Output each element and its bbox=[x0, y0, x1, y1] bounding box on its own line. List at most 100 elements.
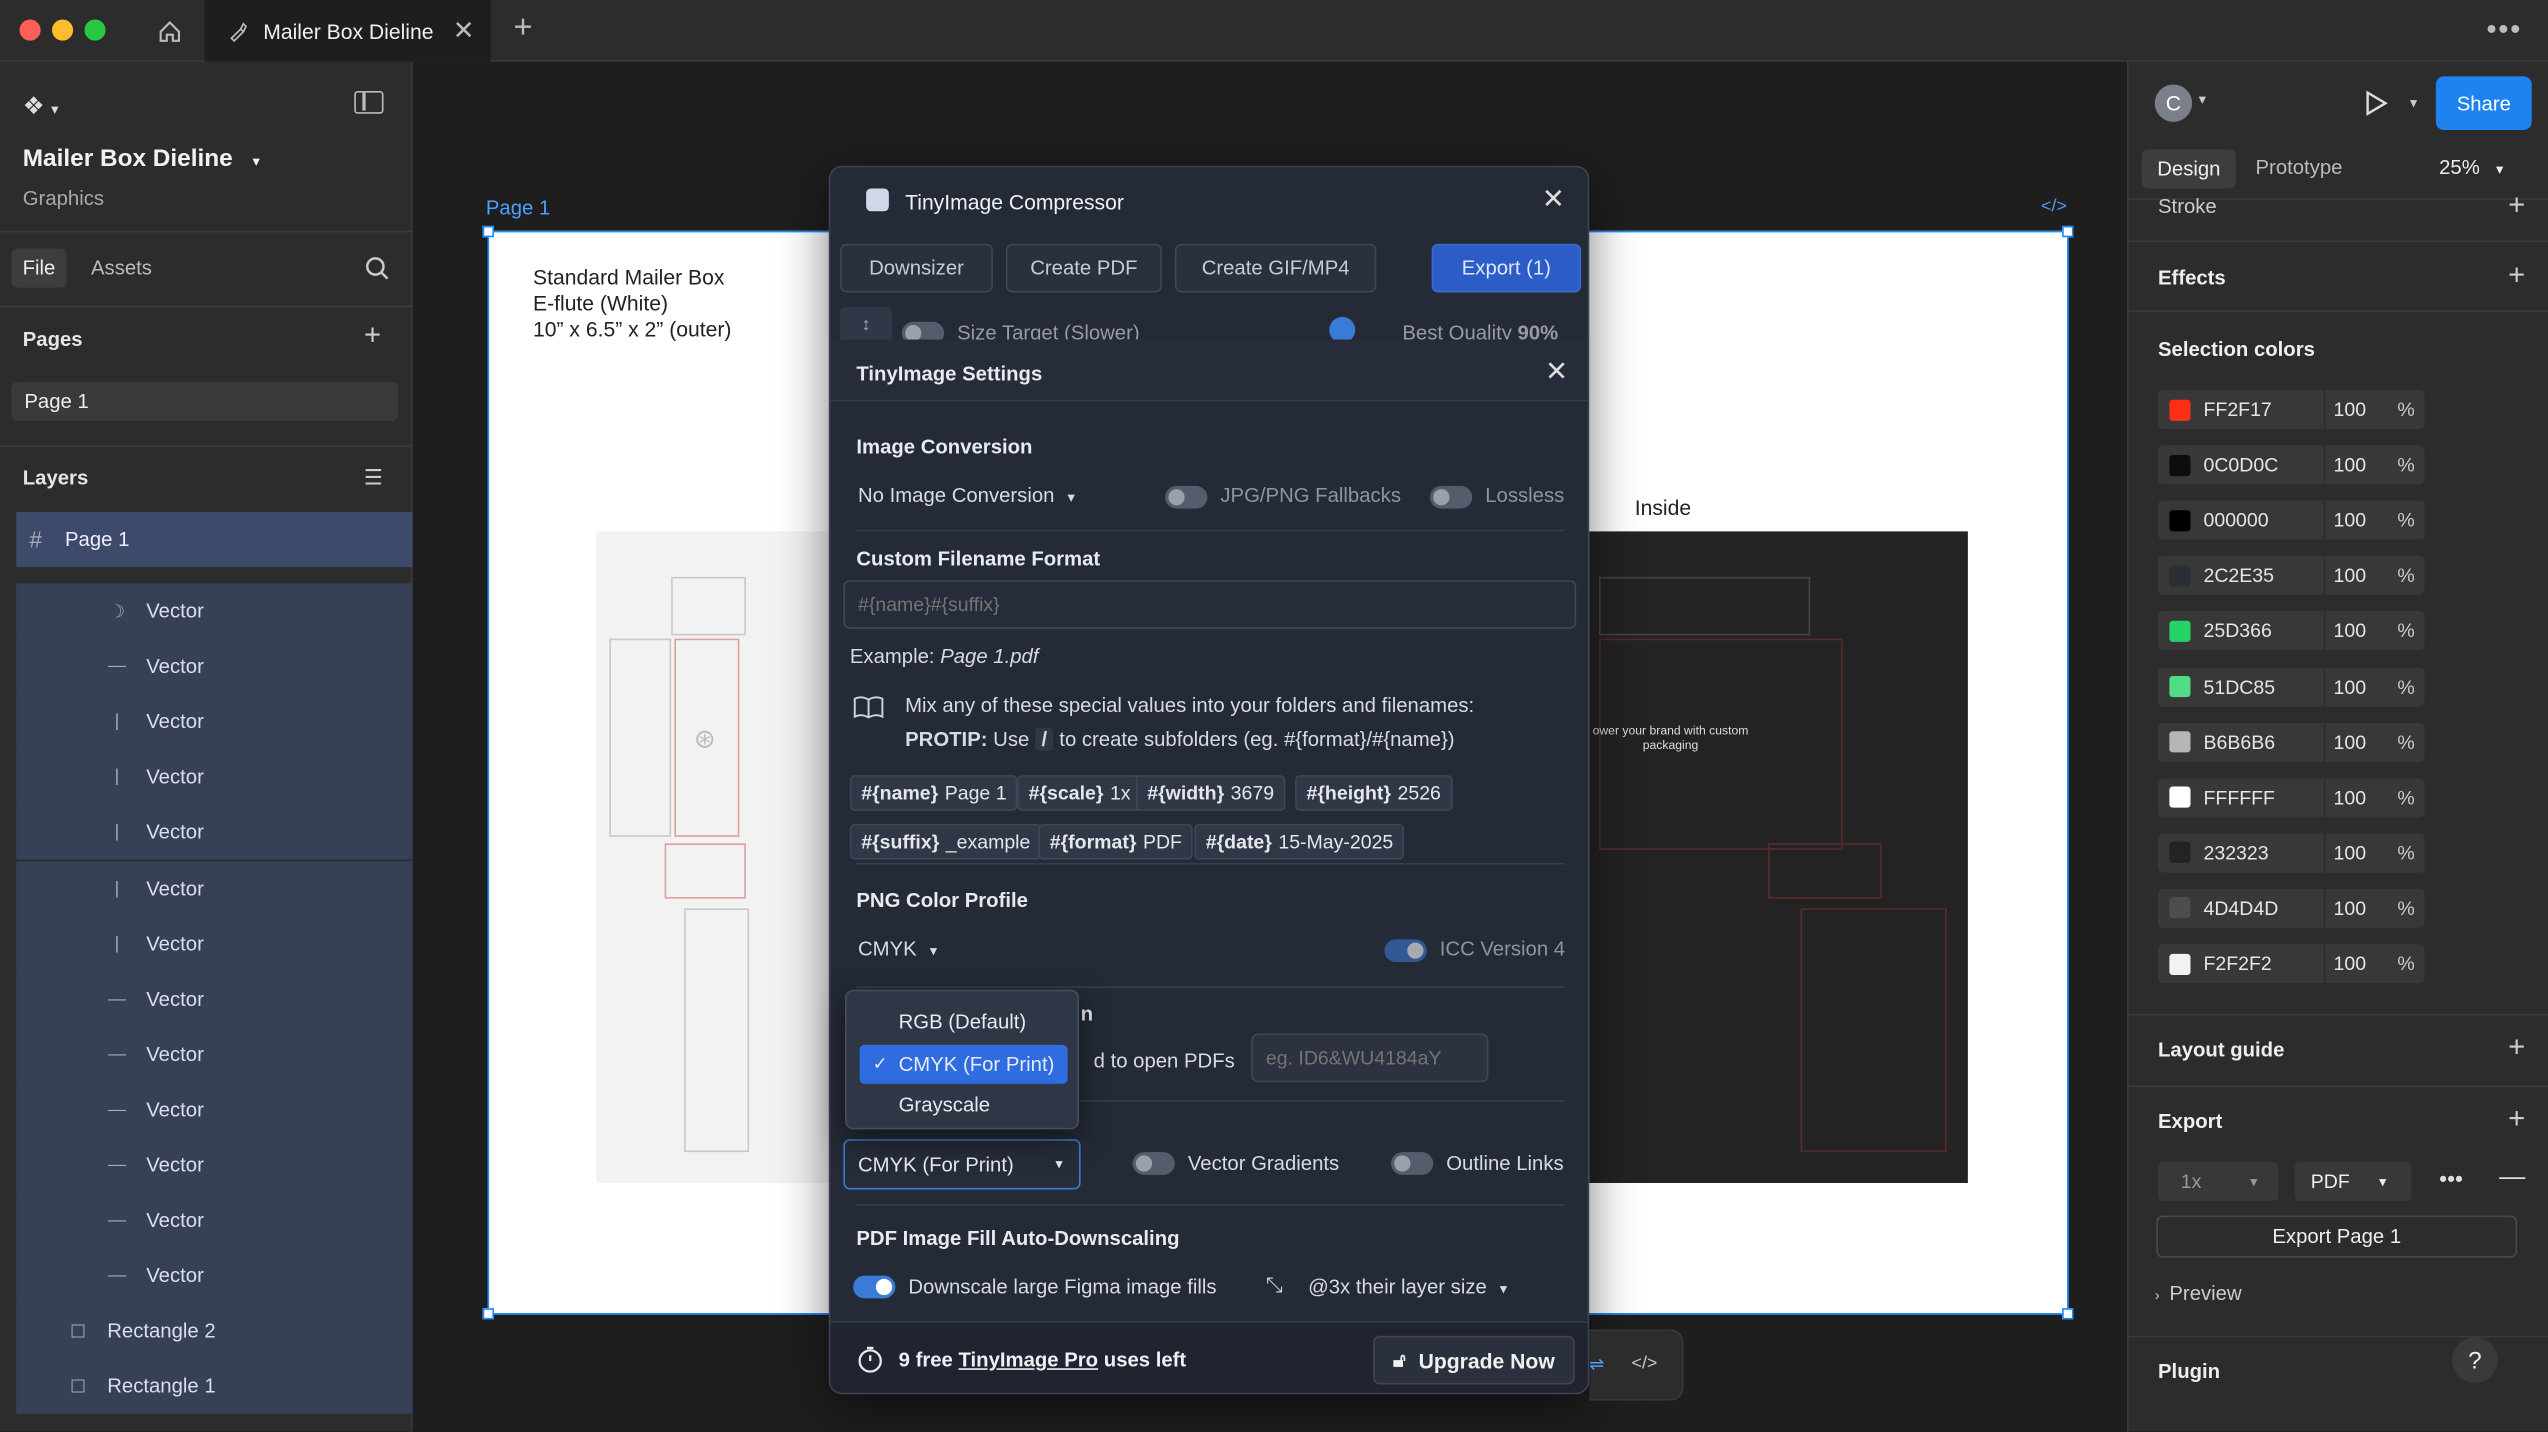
layer-item[interactable]: ☐ Rectangle 2 bbox=[16, 1303, 413, 1359]
new-tab-button[interactable]: + bbox=[514, 10, 533, 47]
filename-variable-chip[interactable]: #{height} 2526 bbox=[1295, 775, 1453, 811]
color-hex[interactable]: 000000 bbox=[2204, 509, 2269, 532]
selection-color-row[interactable]: 2C2E35 100% bbox=[2158, 556, 2425, 596]
icc-toggle[interactable] bbox=[1384, 939, 1427, 962]
color-swatch[interactable] bbox=[2169, 620, 2191, 642]
color-hex[interactable]: 2C2E35 bbox=[2204, 564, 2274, 587]
layer-item[interactable]: ☽ Vector bbox=[16, 583, 413, 639]
color-opacity[interactable]: 100 bbox=[2334, 509, 2399, 532]
png-profile-select[interactable]: CMYK ▾ bbox=[858, 938, 937, 961]
dropdown-option[interactable]: RGB (Default) bbox=[860, 1003, 1068, 1042]
upgrade-now-button[interactable]: 🔓︎ Upgrade Now bbox=[1373, 1335, 1575, 1385]
color-opacity[interactable]: 100 bbox=[2334, 952, 2399, 975]
close-plugin-icon[interactable]: ✕ bbox=[1542, 184, 1565, 217]
selection-color-row[interactable]: 51DC85 100% bbox=[2158, 667, 2425, 707]
layer-item[interactable]: | Vector bbox=[16, 805, 413, 861]
toggle-sidebar-icon[interactable] bbox=[354, 91, 384, 114]
color-opacity[interactable]: 100 bbox=[2334, 675, 2399, 698]
add-export-button[interactable]: + bbox=[2508, 1102, 2525, 1136]
layer-page-1[interactable]: # Page 1 bbox=[16, 511, 413, 568]
color-swatch[interactable] bbox=[2169, 953, 2191, 975]
layer-item[interactable]: — Vector bbox=[16, 1026, 413, 1082]
add-page-button[interactable]: + bbox=[364, 319, 381, 353]
export-scale-select[interactable]: 1x ▾ bbox=[2158, 1161, 2279, 1201]
add-stroke-button[interactable]: + bbox=[2508, 189, 2525, 223]
vector-gradients-toggle[interactable] bbox=[1132, 1152, 1175, 1175]
color-swatch[interactable] bbox=[2169, 454, 2191, 476]
layer-item[interactable]: | Vector bbox=[16, 915, 413, 972]
fallbacks-toggle[interactable] bbox=[1165, 485, 1208, 509]
avatar[interactable]: C bbox=[2154, 84, 2193, 122]
pdf-password-input[interactable] bbox=[1251, 1033, 1489, 1083]
code-icon[interactable]: </> bbox=[1632, 1354, 1658, 1374]
color-swatch[interactable] bbox=[2169, 842, 2191, 864]
color-opacity[interactable]: 100 bbox=[2334, 731, 2399, 754]
color-opacity[interactable]: 100 bbox=[2334, 454, 2399, 477]
color-hex[interactable]: 0C0D0C bbox=[2204, 454, 2279, 477]
selection-color-row[interactable]: 232323 100% bbox=[2158, 833, 2425, 873]
color-swatch[interactable] bbox=[2169, 731, 2191, 753]
downscale-toggle[interactable] bbox=[853, 1275, 896, 1299]
dropdown-option[interactable]: Grayscale bbox=[860, 1086, 1068, 1125]
image-conversion-select[interactable]: No Image Conversion ▾ bbox=[858, 484, 1075, 507]
color-swatch[interactable] bbox=[2169, 676, 2191, 698]
color-hex[interactable]: FFFFFF bbox=[2204, 786, 2275, 809]
layer-item[interactable]: — Vector bbox=[16, 1082, 413, 1138]
close-window-button[interactable] bbox=[19, 19, 41, 41]
minimize-window-button[interactable] bbox=[52, 19, 74, 41]
add-layout-guide-button[interactable]: + bbox=[2508, 1030, 2525, 1064]
chevron-down-icon[interactable]: ▾ bbox=[2199, 91, 2206, 109]
layer-item[interactable]: ☐ Rectangle 1 bbox=[16, 1359, 413, 1415]
color-hex[interactable]: 4D4D4D bbox=[2204, 897, 2279, 920]
resize-handle[interactable] bbox=[482, 1308, 494, 1320]
file-name[interactable]: Mailer Box Dieline ▾ bbox=[23, 145, 260, 173]
sort-icon[interactable]: ↕ bbox=[840, 307, 893, 343]
resize-handle[interactable] bbox=[2062, 225, 2074, 238]
create-pdf-button[interactable]: Create PDF bbox=[1005, 243, 1162, 293]
outline-links-toggle[interactable] bbox=[1391, 1152, 1434, 1175]
create-gif-button[interactable]: Create GIF/MP4 bbox=[1174, 243, 1377, 293]
layer-item[interactable]: — Vector bbox=[16, 1137, 413, 1193]
code-icon[interactable]: </> bbox=[2041, 197, 2067, 217]
tab-design[interactable]: Design bbox=[2141, 149, 2236, 189]
color-opacity[interactable]: 100 bbox=[2334, 398, 2399, 421]
color-hex[interactable]: B6B6B6 bbox=[2204, 731, 2276, 754]
dropdown-option[interactable]: ✓ CMYK (For Print) bbox=[859, 1044, 1068, 1084]
dev-mode-icon[interactable]: ⇌ bbox=[1589, 1354, 1604, 1375]
export-button[interactable]: Export (1) bbox=[1431, 243, 1582, 293]
color-swatch[interactable] bbox=[2169, 509, 2191, 531]
color-swatch[interactable] bbox=[2169, 398, 2191, 421]
color-swatch[interactable] bbox=[2169, 786, 2191, 808]
layer-item[interactable]: | Vector bbox=[16, 694, 413, 750]
frame-label[interactable]: Page 1 bbox=[486, 197, 550, 220]
zoom-level[interactable]: 25% ▾ bbox=[2439, 156, 2503, 179]
help-button[interactable]: ? bbox=[2452, 1337, 2498, 1383]
export-page-button[interactable]: Export Page 1 bbox=[2156, 1215, 2518, 1258]
share-button[interactable]: Share bbox=[2435, 76, 2532, 130]
selection-color-row[interactable]: 25D366 100% bbox=[2158, 611, 2425, 651]
color-opacity[interactable]: 100 bbox=[2334, 786, 2399, 809]
filename-format-input[interactable] bbox=[843, 580, 1577, 629]
color-opacity[interactable]: 100 bbox=[2334, 564, 2399, 587]
selection-color-row[interactable]: 0C0D0C 100% bbox=[2158, 445, 2425, 485]
remove-export-button[interactable]: — bbox=[2499, 1164, 2525, 1193]
home-tab[interactable] bbox=[137, 0, 202, 62]
close-settings-icon[interactable]: ✕ bbox=[1545, 356, 1568, 389]
color-hex[interactable]: 51DC85 bbox=[2204, 675, 2276, 698]
color-hex[interactable]: 25D366 bbox=[2204, 620, 2272, 643]
filename-variable-chip[interactable]: #{scale} 1x bbox=[1017, 775, 1142, 811]
color-opacity[interactable]: 100 bbox=[2334, 841, 2399, 864]
file-tab[interactable]: Mailer Box Dieline ✕ bbox=[204, 0, 491, 62]
filename-variable-chip[interactable]: #{name} Page 1 bbox=[849, 775, 1018, 811]
maximize-window-button[interactable] bbox=[84, 19, 106, 41]
selection-color-row[interactable]: F2F2F2 100% bbox=[2158, 944, 2425, 984]
layer-item[interactable]: | Vector bbox=[16, 749, 413, 805]
more-menu-icon[interactable]: ••• bbox=[2486, 13, 2522, 47]
color-opacity[interactable]: 100 bbox=[2334, 897, 2399, 920]
filename-variable-chip[interactable]: #{format} PDF bbox=[1038, 823, 1194, 860]
color-hex[interactable]: FF2F17 bbox=[2204, 398, 2272, 421]
tinyimage-pro-link[interactable]: TinyImage Pro bbox=[958, 1349, 1098, 1372]
filename-variable-chip[interactable]: #{suffix} _example bbox=[849, 823, 1042, 860]
downscale-size-select[interactable]: @3x their layer size ▾ bbox=[1308, 1276, 1507, 1299]
chevron-down-icon[interactable]: ▾ bbox=[2410, 94, 2417, 112]
